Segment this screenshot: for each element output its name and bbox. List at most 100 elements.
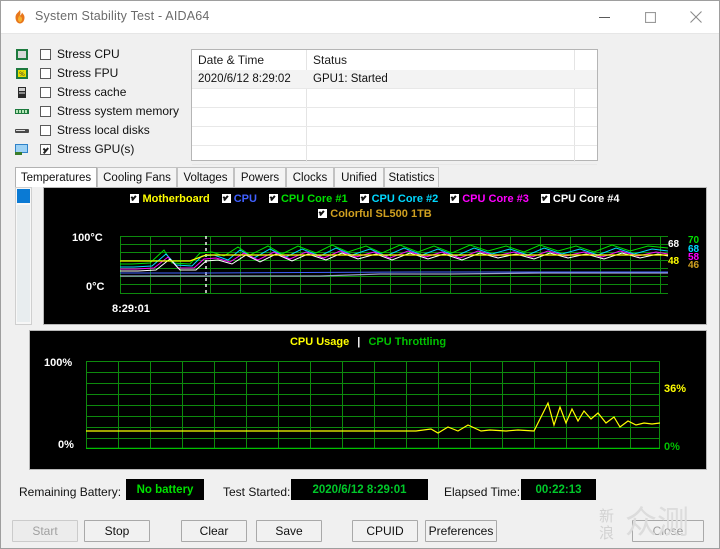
- svg-text:%: %: [19, 71, 25, 78]
- temp-axis-max-label: 100°C: [72, 232, 103, 244]
- tab-powers[interactable]: Powers: [234, 167, 286, 187]
- stress-option-disks[interactable]: Stress local disks: [15, 123, 195, 140]
- stress-option-label: Stress CPU: [57, 47, 120, 61]
- throttling-current-value: 0%: [664, 441, 680, 453]
- legend-item-cpu[interactable]: CPU: [221, 192, 257, 207]
- stress-option-cpu[interactable]: Stress CPU: [15, 47, 195, 64]
- stop-button[interactable]: Stop: [84, 520, 150, 542]
- cache-icon: [15, 86, 29, 99]
- table-row[interactable]: [192, 108, 597, 127]
- legend-separator: |: [357, 336, 361, 348]
- stress-option-label: Stress GPU(s): [57, 142, 135, 156]
- legend-checkbox[interactable]: [130, 194, 140, 203]
- window-title: System Stability Test - AIDA64: [35, 9, 210, 23]
- legend-checkbox[interactable]: [540, 194, 550, 203]
- stress-cache-checkbox[interactable]: [40, 87, 51, 98]
- legend-checkbox[interactable]: [268, 194, 278, 203]
- legend-checkbox[interactable]: [221, 194, 231, 203]
- legend-checkbox[interactable]: [450, 194, 460, 203]
- stress-option-label: Stress cache: [57, 85, 127, 99]
- table-row[interactable]: 2020/6/12 8:29:02 GPU1: Started: [192, 70, 597, 89]
- legend-label: CPU Core #2: [371, 193, 439, 205]
- tab-unified[interactable]: Unified: [334, 167, 384, 187]
- stress-option-memory[interactable]: Stress system memory: [15, 104, 195, 121]
- cell-status: GPU1: Started: [313, 73, 388, 85]
- tab-voltages[interactable]: Voltages: [177, 167, 234, 187]
- stress-fpu-checkbox[interactable]: [40, 68, 51, 79]
- test-started-label: Test Started:: [223, 485, 291, 499]
- memory-module-icon: [15, 105, 29, 118]
- temp-axis-min-label: 0°C: [86, 281, 105, 293]
- legend-checkbox[interactable]: [359, 194, 369, 203]
- column-header-datetime: Date & Time: [198, 53, 265, 67]
- legend-item-cpu-core-4[interactable]: CPU Core #4: [540, 192, 620, 207]
- stress-option-fpu[interactable]: % Stress FPU: [15, 66, 195, 83]
- temperature-plot-area: [120, 236, 668, 294]
- preferences-button[interactable]: Preferences: [425, 520, 497, 542]
- stress-option-gpu[interactable]: Stress GPU(s): [15, 142, 195, 159]
- legend-item-cpu-core-3[interactable]: CPU Core #3: [450, 192, 529, 207]
- chart-vertical-scrollbar[interactable]: [15, 187, 32, 325]
- temp-axis-time-label: 8:29:01: [112, 303, 150, 315]
- stress-option-label: Stress local disks: [57, 123, 150, 137]
- elapsed-time-label: Elapsed Time:: [444, 485, 521, 499]
- tab-statistics[interactable]: Statistics: [384, 167, 439, 187]
- stress-disks-checkbox[interactable]: [40, 125, 51, 136]
- tab-temperatures[interactable]: Temperatures: [15, 167, 97, 188]
- usage-plot-area: [86, 361, 660, 449]
- legend-label: Colorful SL500 1TB: [330, 208, 432, 220]
- hard-disk-icon: [15, 124, 29, 137]
- usage-axis-max-label: 100%: [44, 357, 73, 369]
- usage-axis-min-label: 0%: [58, 439, 74, 451]
- cpu-usage-chart[interactable]: CPU Usage | CPU Throttling 100% 0% 36% 0…: [29, 330, 707, 470]
- stress-gpu-checkbox[interactable]: [40, 144, 51, 155]
- battery-value-box: No battery: [126, 479, 204, 500]
- stress-cpu-checkbox[interactable]: [40, 49, 51, 60]
- table-row[interactable]: [192, 146, 597, 165]
- stress-option-label: Stress system memory: [57, 104, 180, 118]
- save-button[interactable]: Save: [256, 520, 322, 542]
- title-bar: System Stability Test - AIDA64: [1, 1, 719, 34]
- table-row[interactable]: [192, 127, 597, 146]
- legend-label: CPU Core #4: [552, 193, 620, 205]
- legend-item-colorful-sl500[interactable]: Colorful SL500 1TB: [318, 207, 432, 222]
- legend-label: CPU: [233, 193, 257, 205]
- temperature-chart-legend: Motherboard CPU CPU Core #1 CPU Core #2 CPU …: [44, 188, 706, 222]
- usage-chart-legend: CPU Usage | CPU Throttling: [30, 331, 706, 348]
- maximize-button[interactable]: [627, 1, 673, 33]
- legend-item-cpu-core-1[interactable]: CPU Core #1: [268, 192, 348, 207]
- column-header-status: Status: [313, 53, 348, 67]
- close-window-button[interactable]: [673, 1, 719, 33]
- cell-datetime: 2020/6/12 8:29:02: [198, 73, 291, 85]
- legend-label: CPU Core #1: [280, 193, 348, 205]
- table-header-row: Date & Time Status: [192, 50, 597, 71]
- clear-button[interactable]: Clear: [181, 520, 247, 542]
- legend-label: Motherboard: [142, 193, 210, 205]
- stress-option-label: Stress FPU: [57, 66, 119, 80]
- status-bar: Remaining Battery: No battery Test Start…: [1, 479, 719, 507]
- temp-value-core4: 68: [668, 239, 680, 250]
- legend-label-cpu-throttling[interactable]: CPU Throttling: [368, 336, 446, 348]
- monitor-gpu-icon: [15, 143, 29, 156]
- event-log-table[interactable]: Date & Time Status 2020/6/12 8:29:02 GPU…: [191, 49, 598, 165]
- stress-memory-checkbox[interactable]: [40, 106, 51, 117]
- legend-label: CPU Core #3: [462, 193, 529, 205]
- legend-label-cpu-usage[interactable]: CPU Usage: [290, 336, 349, 348]
- tab-cooling-fans[interactable]: Cooling Fans: [97, 167, 177, 187]
- flame-icon: [12, 9, 28, 25]
- start-button[interactable]: Start: [12, 520, 78, 542]
- cpuid-button[interactable]: CPUID: [352, 520, 418, 542]
- table-row[interactable]: [192, 89, 597, 108]
- scrollbar-track[interactable]: [17, 205, 30, 322]
- temperature-chart[interactable]: Motherboard CPU CPU Core #1 CPU Core #2 CPU …: [43, 187, 707, 325]
- legend-item-cpu-core-2[interactable]: CPU Core #2: [359, 192, 439, 207]
- system-stability-test-window: System Stability Test - AIDA64 Stress CP…: [0, 0, 720, 549]
- legend-checkbox[interactable]: [318, 209, 328, 218]
- test-started-value-box: 2020/6/12 8:29:01: [291, 479, 428, 500]
- minimize-button[interactable]: [581, 1, 627, 33]
- legend-item-motherboard[interactable]: Motherboard: [130, 192, 210, 207]
- stress-option-cache[interactable]: Stress cache: [15, 85, 195, 102]
- scrollbar-thumb[interactable]: [17, 189, 30, 203]
- tab-clocks[interactable]: Clocks: [286, 167, 334, 187]
- close-button[interactable]: Close: [632, 520, 704, 542]
